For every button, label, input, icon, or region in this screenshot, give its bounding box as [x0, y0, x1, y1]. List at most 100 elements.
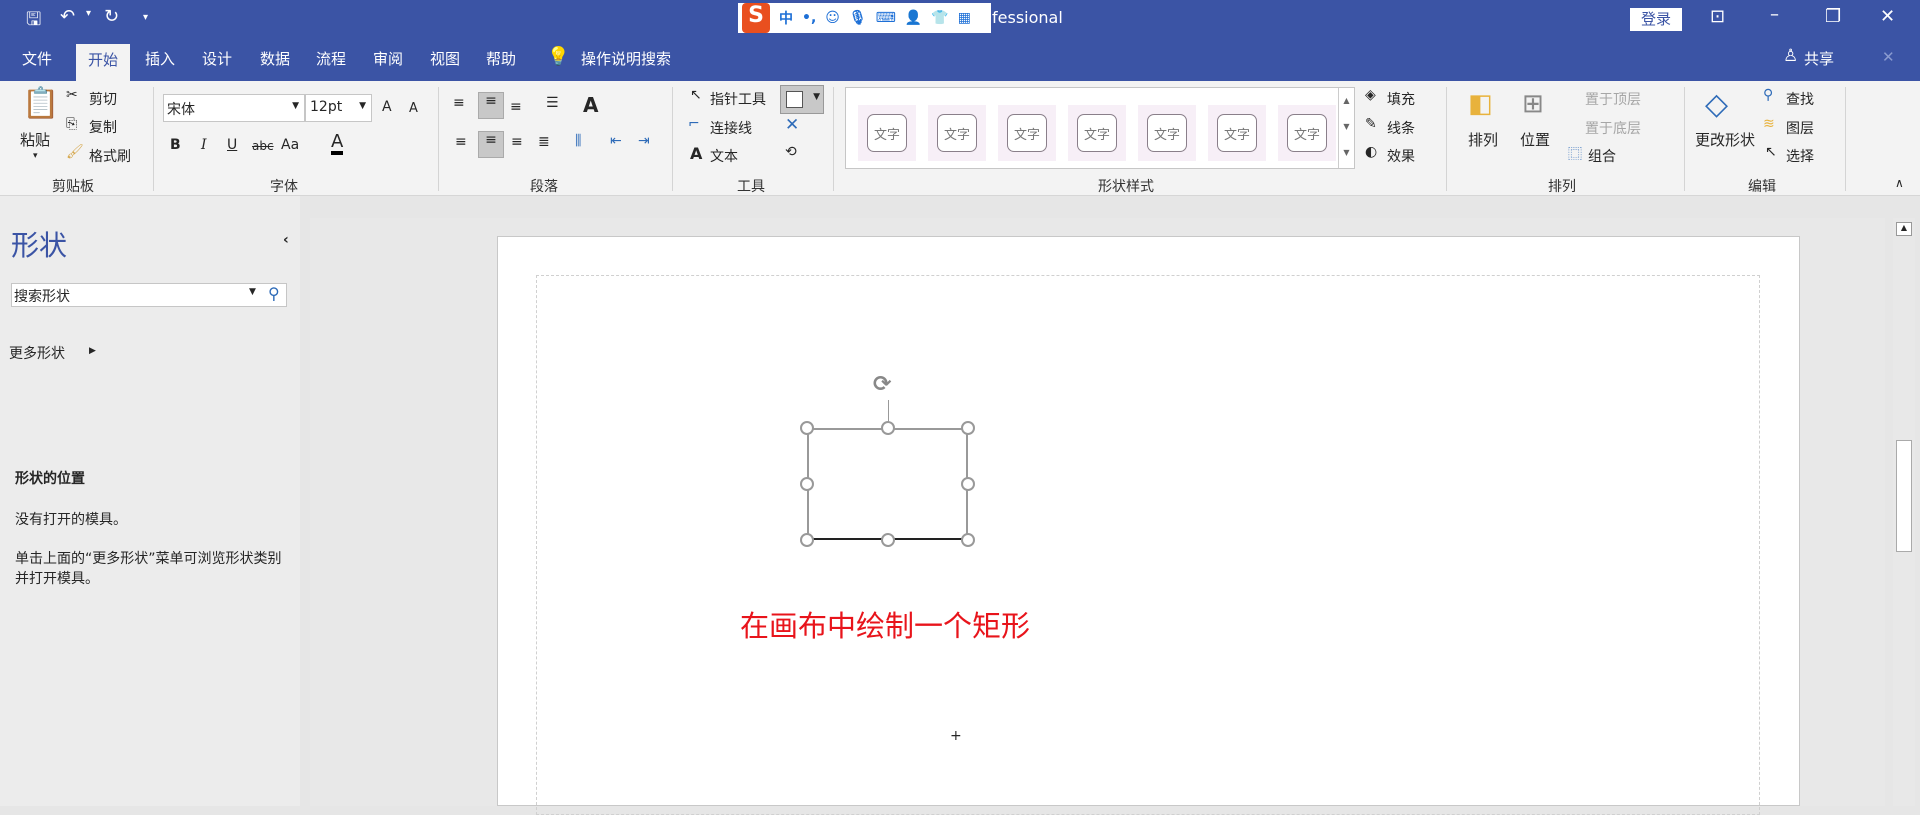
- style-item[interactable]: 文字: [1138, 105, 1196, 161]
- emoji-icon[interactable]: ☺: [825, 10, 840, 26]
- align-center-icon[interactable]: ≡: [478, 131, 504, 158]
- resize-handle[interactable]: [800, 421, 814, 435]
- collapse-ribbon-icon[interactable]: ∧: [1895, 176, 1904, 190]
- fill-button[interactable]: 填充: [1387, 89, 1415, 109]
- search-shapes-input[interactable]: 搜索形状 ▼ ⚲: [11, 283, 287, 307]
- resize-handle[interactable]: [881, 533, 895, 547]
- close-icon[interactable]: ✕: [1880, 6, 1895, 27]
- pointer-tool-button[interactable]: 指针工具: [710, 89, 766, 109]
- align-bottom-icon[interactable]: ≡: [510, 99, 522, 115]
- select-button[interactable]: 选择: [1786, 146, 1814, 166]
- close-document-icon[interactable]: ✕: [1882, 48, 1895, 66]
- underline-button[interactable]: U: [227, 137, 237, 153]
- apps-icon[interactable]: ▦: [958, 10, 971, 26]
- style-item[interactable]: 文字: [1208, 105, 1266, 161]
- rotate-handle-icon[interactable]: ⟳: [873, 372, 891, 397]
- line-button[interactable]: 线条: [1387, 118, 1415, 138]
- tab-data[interactable]: 数据: [260, 48, 290, 69]
- align-top-icon[interactable]: ≡: [453, 95, 465, 111]
- shrink-font-button[interactable]: A: [409, 101, 418, 116]
- mic-icon[interactable]: 🎙: [849, 10, 867, 26]
- copy-button[interactable]: 复制: [89, 117, 117, 137]
- grow-font-button[interactable]: A: [382, 99, 392, 115]
- layers-button[interactable]: 图层: [1786, 118, 1814, 138]
- tell-me-search[interactable]: 操作说明搜索: [581, 48, 671, 69]
- text-tool-button[interactable]: 文本: [710, 146, 738, 166]
- italic-button[interactable]: I: [201, 137, 207, 153]
- send-to-back-button[interactable]: 置于底层: [1585, 118, 1641, 138]
- paste-icon[interactable]: 📋: [22, 86, 59, 121]
- style-item[interactable]: 文字: [928, 105, 986, 161]
- bullets-icon[interactable]: ☰: [546, 95, 559, 111]
- save-icon[interactable]: 🖫: [26, 7, 41, 37]
- text-direction-icon[interactable]: ⫼: [575, 133, 581, 149]
- redo-icon[interactable]: ↻: [104, 6, 119, 27]
- connector-button[interactable]: 连接线: [710, 118, 752, 138]
- align-right-icon[interactable]: ≡: [511, 134, 523, 150]
- justify-icon[interactable]: ≣: [538, 134, 550, 150]
- tab-help[interactable]: 帮助: [486, 48, 516, 69]
- crop-icon[interactable]: ⟲: [785, 144, 797, 160]
- login-button[interactable]: 登录: [1630, 8, 1682, 31]
- search-icon[interactable]: ⚲: [268, 284, 280, 303]
- user-icon[interactable]: 👤: [905, 10, 922, 26]
- keyboard-icon[interactable]: ⌨: [876, 10, 896, 26]
- font-name-select[interactable]: 宋体 ▼: [163, 94, 305, 122]
- font-color-button[interactable]: A: [331, 133, 344, 155]
- scroll-up-icon[interactable]: ▲: [1896, 222, 1912, 236]
- more-shapes-menu[interactable]: 更多形状: [9, 343, 65, 363]
- tab-review[interactable]: 审阅: [373, 48, 403, 69]
- arrange-button[interactable]: 排列: [1468, 129, 1498, 150]
- tab-insert[interactable]: 插入: [145, 48, 175, 69]
- customize-qat-icon[interactable]: ▾: [143, 12, 148, 23]
- text-size-icon[interactable]: A: [583, 93, 598, 117]
- resize-handle[interactable]: [800, 477, 814, 491]
- tab-view[interactable]: 视图: [430, 48, 460, 69]
- style-item[interactable]: 文字: [998, 105, 1056, 161]
- resize-handle[interactable]: [881, 421, 895, 435]
- undo-icon[interactable]: ↶: [60, 6, 75, 27]
- resize-handle[interactable]: [961, 533, 975, 547]
- paste-button[interactable]: 粘贴: [20, 129, 50, 150]
- style-item[interactable]: 文字: [1278, 105, 1336, 161]
- align-middle-icon[interactable]: ≡: [478, 92, 504, 119]
- chevron-right-icon[interactable]: ▶: [89, 346, 96, 356]
- delete-icon[interactable]: ✕: [785, 115, 799, 135]
- ime-toolbar[interactable]: S 中 •, ☺ 🎙 ⌨ 👤 👕 ▦: [738, 3, 991, 33]
- align-left-icon[interactable]: ≡: [455, 134, 467, 150]
- change-case-button[interactable]: Aa: [281, 137, 299, 153]
- restore-icon[interactable]: ❐: [1825, 6, 1841, 27]
- bold-button[interactable]: B: [170, 137, 181, 153]
- bring-to-front-button[interactable]: 置于顶层: [1585, 89, 1641, 109]
- resize-handle[interactable]: [961, 477, 975, 491]
- undo-dropdown-icon[interactable]: ▾: [86, 8, 91, 19]
- ribbon-display-icon[interactable]: ⊡: [1710, 6, 1725, 27]
- style-item[interactable]: 文字: [1068, 105, 1126, 161]
- tab-file[interactable]: 文件: [22, 48, 52, 69]
- resize-handle[interactable]: [961, 421, 975, 435]
- ime-mode[interactable]: 中: [779, 8, 793, 28]
- scroll-thumb[interactable]: [1896, 440, 1912, 552]
- vertical-scrollbar[interactable]: ▲: [1893, 218, 1915, 806]
- skin-icon[interactable]: 👕: [931, 10, 948, 26]
- ime-punct[interactable]: •,: [802, 10, 816, 26]
- increase-indent-icon[interactable]: ⇥: [638, 133, 650, 149]
- tab-design[interactable]: 设计: [202, 48, 232, 69]
- share-button[interactable]: 共享: [1804, 48, 1834, 69]
- resize-handle[interactable]: [800, 533, 814, 547]
- cut-button[interactable]: 剪切: [89, 89, 117, 109]
- chevron-down-icon[interactable]: ▼: [249, 287, 256, 297]
- gallery-scroll[interactable]: ▲ ▼ ▼: [1338, 88, 1354, 168]
- strikethrough-button[interactable]: abc: [252, 139, 274, 153]
- effects-button[interactable]: 效果: [1387, 146, 1415, 166]
- tab-home[interactable]: 开始: [76, 44, 131, 81]
- minimize-icon[interactable]: –: [1770, 4, 1779, 25]
- collapse-pane-icon[interactable]: ‹: [283, 232, 289, 248]
- rectangle-shape[interactable]: [807, 428, 968, 540]
- position-button[interactable]: 位置: [1520, 129, 1550, 150]
- style-item[interactable]: 文字: [858, 105, 916, 161]
- decrease-indent-icon[interactable]: ⇤: [610, 133, 622, 149]
- find-button[interactable]: 查找: [1786, 89, 1814, 109]
- format-painter-button[interactable]: 格式刷: [89, 146, 131, 166]
- font-size-select[interactable]: 12pt ▼: [305, 94, 372, 122]
